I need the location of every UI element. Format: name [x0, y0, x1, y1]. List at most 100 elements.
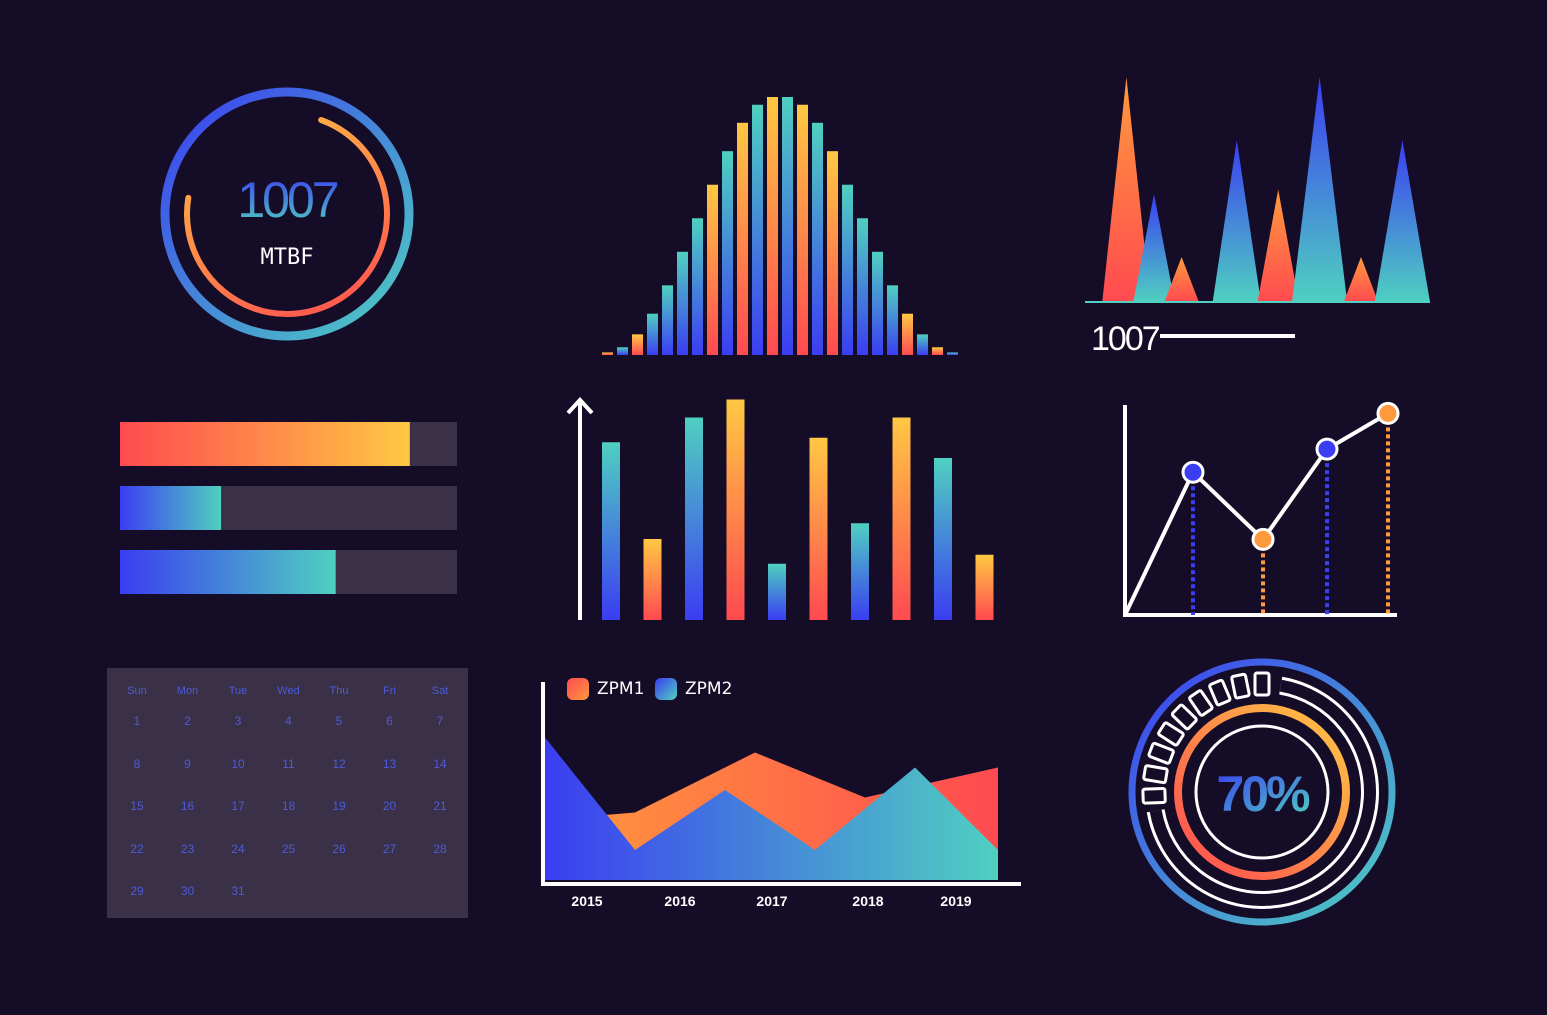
calendar-day[interactable]: 30	[168, 884, 208, 898]
gauge-segment	[1253, 671, 1271, 697]
vertical-bar	[726, 399, 745, 620]
calendar-day[interactable]: 26	[319, 842, 359, 856]
gauge-segment	[1157, 721, 1185, 747]
calendar-weekday: Sat	[431, 685, 449, 697]
x-tick-label: 2018	[852, 893, 883, 909]
bell-bar	[842, 184, 853, 355]
zpm-chart-svg: 2015 2016 2017 2018 2019	[541, 682, 1021, 909]
line-series	[1123, 411, 1390, 616]
bell-bar	[827, 151, 838, 355]
x-tick-label: 2016	[664, 893, 695, 909]
calendar-weekday: Wed	[277, 685, 300, 697]
gauge-segment	[1170, 703, 1198, 731]
calendar-day[interactable]: 25	[269, 842, 309, 856]
calendar-day[interactable]: 31	[218, 884, 258, 898]
progress-bars-svg	[120, 422, 457, 594]
calendar-weekday: Thu	[329, 685, 349, 697]
peak-triangle	[1212, 140, 1261, 302]
calendar-day[interactable]: 10	[218, 757, 258, 771]
vertical-bar	[934, 458, 952, 620]
calendar-day[interactable]: 7	[420, 714, 460, 728]
radial-gauge-svg: 70%	[1128, 658, 1396, 926]
progress-fill-1	[120, 422, 410, 466]
calendar-day[interactable]: 11	[269, 757, 309, 771]
bell-bar	[902, 313, 913, 355]
bell-bar	[647, 313, 658, 355]
calendar-day[interactable]: 20	[370, 799, 410, 813]
line-points-svg	[1123, 401, 1400, 617]
calendar-day[interactable]: 4	[269, 714, 309, 728]
bell-histogram-svg	[602, 97, 958, 356]
gauge-segment	[1142, 764, 1169, 785]
gauge-segment	[1188, 689, 1214, 717]
bell-bar	[707, 184, 718, 355]
calendar-day[interactable]: 29	[117, 884, 157, 898]
calendar-day[interactable]: 28	[420, 842, 460, 856]
calendar-day[interactable]: 6	[370, 714, 410, 728]
peak-triangle	[1257, 189, 1299, 302]
peak-triangle	[1292, 77, 1348, 302]
bell-bar	[872, 251, 883, 355]
bell-bar	[752, 104, 763, 356]
calendar-day[interactable]: 19	[319, 799, 359, 813]
legend-swatch-zpm1	[567, 678, 589, 700]
calendar-weekday: Fri	[383, 685, 396, 697]
vertical-bar	[851, 523, 869, 620]
vertical-bar	[768, 563, 786, 620]
bell-bar	[887, 285, 898, 355]
calendar-day[interactable]: 2	[168, 714, 208, 728]
vertical-bar	[809, 437, 828, 620]
vertical-bars-svg	[566, 397, 994, 620]
x-tick-label: 2019	[940, 893, 971, 909]
calendar-day[interactable]: 18	[269, 799, 309, 813]
calendar-day[interactable]: 1	[117, 714, 157, 728]
legend-swatch-zpm2	[655, 678, 677, 700]
bell-bar	[947, 352, 958, 355]
calendar-day[interactable]: 12	[319, 757, 359, 771]
calendar-day[interactable]: 5	[319, 714, 359, 728]
bell-bar	[722, 151, 733, 355]
calendar-day[interactable]: 16	[168, 799, 208, 813]
mtbf-gauge: 1007 MTBF	[155, 82, 420, 347]
line-points-chart	[1115, 395, 1405, 625]
legend-zpm1: ZPM1	[567, 678, 644, 700]
zpm-chart: ZPM1 ZPM2 2015 2016 2017 2018 2019	[535, 670, 1030, 920]
bell-bar	[632, 334, 643, 355]
bell-bar	[692, 218, 703, 355]
calendar-day[interactable]: 14	[420, 757, 460, 771]
progress-fill-3	[120, 550, 336, 594]
x-tick-label: 2015	[571, 893, 602, 909]
peak-triangle	[1374, 140, 1430, 302]
line-point	[1181, 460, 1205, 484]
calendar-day[interactable]: 23	[168, 842, 208, 856]
calendar-day[interactable]: 8	[117, 757, 157, 771]
line-point	[1251, 527, 1275, 551]
calendar-day[interactable]: 27	[370, 842, 410, 856]
calendar-weekday: Sun	[127, 685, 147, 697]
vertical-bar	[602, 442, 620, 620]
mtbf-gauge-svg: 1007 MTBF	[160, 87, 414, 341]
bell-bar	[782, 97, 793, 355]
calendar: Sun Mon Tue Wed Thu Fri Sat 1 2 3 4 5 6 7 8 9 10 11 12 13 14…	[107, 668, 468, 918]
calendar-day[interactable]: 13	[370, 757, 410, 771]
vertical-bar	[643, 539, 662, 620]
bell-bar	[932, 347, 943, 355]
calendar-day[interactable]: 24	[218, 842, 258, 856]
calendar-day[interactable]: 3	[218, 714, 258, 728]
gauge-segment	[1147, 741, 1175, 765]
bell-bar	[857, 218, 868, 355]
mtbf-value: 1007	[237, 172, 337, 228]
vertical-bars-chart	[560, 395, 1005, 625]
mtbf-label: MTBF	[261, 245, 314, 270]
calendar-day[interactable]: 21	[420, 799, 460, 813]
bell-bar	[917, 334, 928, 355]
calendar-day[interactable]: 22	[117, 842, 157, 856]
calendar-day[interactable]: 15	[117, 799, 157, 813]
bell-bar	[767, 97, 778, 355]
line-point	[1315, 437, 1339, 461]
bell-bar	[737, 122, 748, 355]
bell-bar	[677, 251, 688, 355]
calendar-day[interactable]: 17	[218, 799, 258, 813]
calendar-day[interactable]: 9	[168, 757, 208, 771]
gauge-segment	[1141, 786, 1167, 805]
